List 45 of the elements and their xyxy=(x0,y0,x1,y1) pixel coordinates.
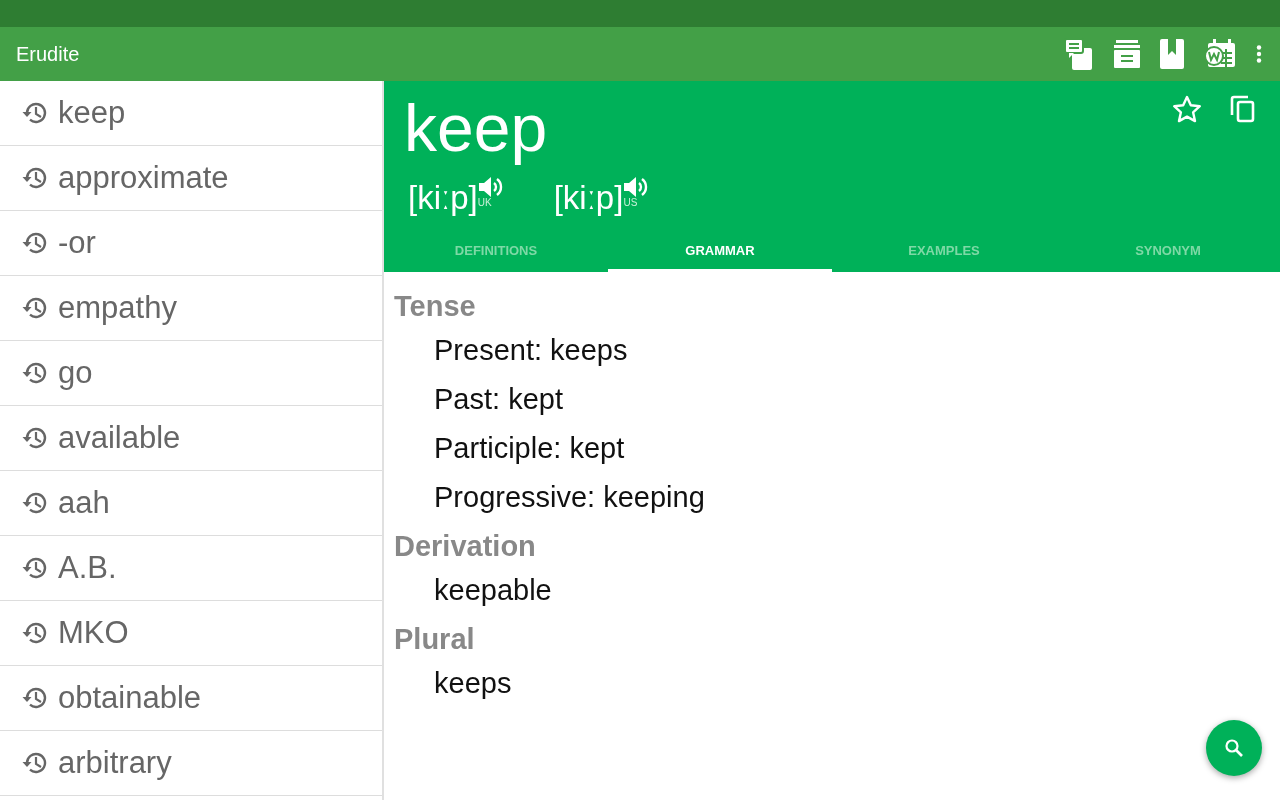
history-item[interactable]: available xyxy=(0,406,382,471)
section-heading: Derivation xyxy=(394,529,537,564)
history-icon xyxy=(22,166,48,190)
history-icon xyxy=(22,296,48,320)
history-icon xyxy=(22,361,48,385)
section-heading: Plural xyxy=(394,622,476,657)
history-item[interactable]: approximate xyxy=(0,146,382,211)
archive-icon[interactable] xyxy=(1114,40,1140,68)
region-label: UK xyxy=(477,197,492,208)
history-item[interactable]: obtainable xyxy=(0,666,382,731)
history-item[interactable]: go xyxy=(0,341,382,406)
grammar-item: keeps xyxy=(433,666,513,701)
calendar-icon[interactable] xyxy=(1204,39,1236,69)
pronunciation: [kiːp] xyxy=(553,181,624,214)
grammar-item: keepable xyxy=(433,573,553,608)
history-icon xyxy=(22,231,48,255)
app-title: Erudite xyxy=(16,42,80,66)
history-icon xyxy=(22,556,48,580)
bookmark-book-icon[interactable] xyxy=(1160,39,1184,69)
history-icon xyxy=(22,751,48,775)
grammar-item: Participle: kept xyxy=(433,431,626,466)
notes-icon[interactable] xyxy=(1064,38,1094,70)
history-icon xyxy=(22,621,48,645)
history-item[interactable]: arbitrary xyxy=(0,731,382,796)
history-icon xyxy=(22,426,48,450)
copy-icon[interactable] xyxy=(1230,95,1256,123)
history-icon xyxy=(22,686,48,710)
grammar-item: Past: kept xyxy=(433,382,564,417)
history-item[interactable]: A.B. xyxy=(0,536,382,601)
region-label: US xyxy=(623,197,638,208)
history-item[interactable]: MKO xyxy=(0,601,382,666)
history-item[interactable]: -or xyxy=(0,211,382,276)
history-icon xyxy=(22,101,48,125)
history-item[interactable]: empathy xyxy=(0,276,382,341)
more-menu-icon[interactable] xyxy=(1256,45,1262,63)
history-item[interactable]: aah xyxy=(0,471,382,536)
search-button[interactable] xyxy=(1206,720,1262,776)
pronunciation: [kiːp] xyxy=(408,181,478,214)
grammar-item: Present: keeps xyxy=(433,333,629,368)
grammar-item: Progressive: keeping xyxy=(433,480,706,515)
history-icon xyxy=(22,491,48,515)
section-heading: Tense xyxy=(394,289,477,324)
search-icon xyxy=(1224,738,1244,758)
history-item[interactable]: keep xyxy=(0,81,382,146)
star-icon[interactable] xyxy=(1172,95,1202,123)
